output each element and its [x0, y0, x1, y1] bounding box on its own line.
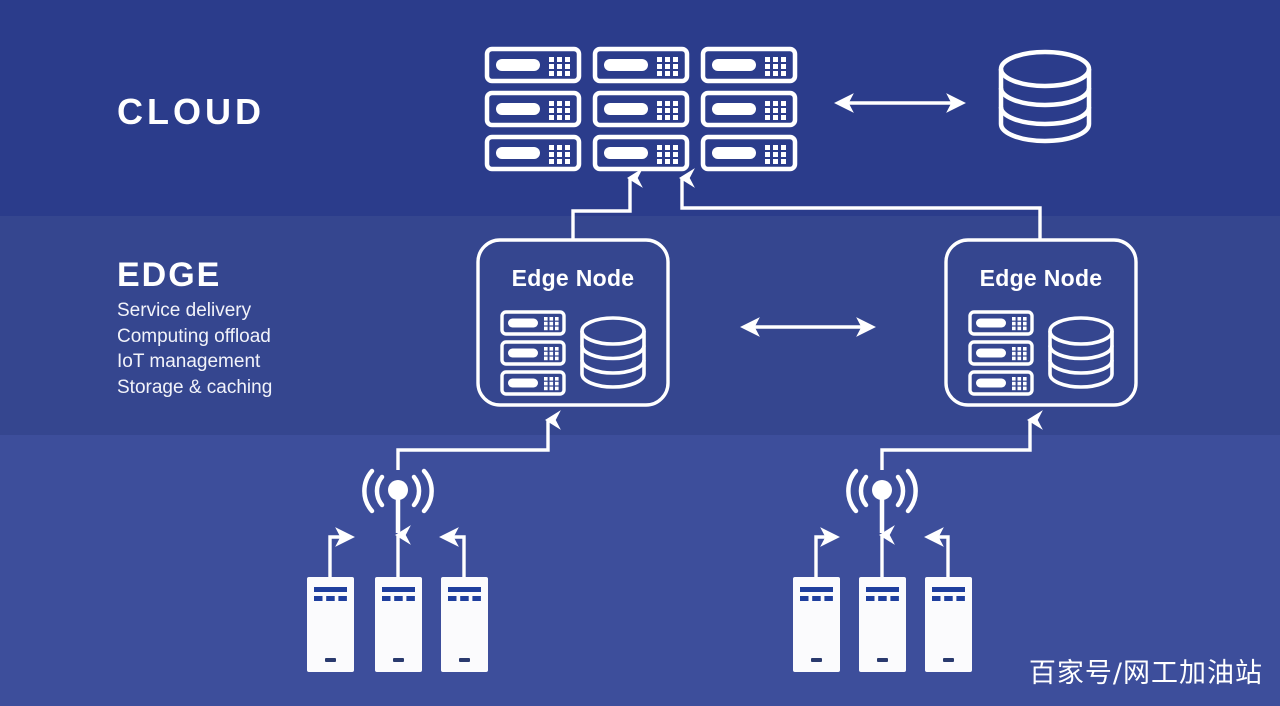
edge-node-right-database: [1048, 316, 1114, 389]
tower-left-1-connector: [328, 527, 355, 577]
edge-right-to-cloud-connector: [679, 168, 1042, 239]
pc-tower-right-2: [859, 577, 906, 672]
wireless-antenna-icon-right: [848, 471, 915, 533]
edge-left-to-cloud-connector: [571, 168, 643, 239]
device-group-right: [793, 471, 972, 672]
tower-left-3-connector: [439, 527, 466, 577]
pc-tower-right-1: [793, 577, 840, 672]
pc-tower-right-3: [925, 577, 972, 672]
edge-node-left-label: Edge Node: [511, 265, 635, 291]
antenna-right-to-edge-connector: [880, 410, 1043, 470]
edge-feature-item: Storage & caching: [117, 376, 273, 398]
edge-feature-list: Service delivery Computing offload IoT m…: [117, 298, 272, 400]
tower-right-1-connector: [814, 527, 840, 577]
edge-feature-item: Computing offload: [117, 325, 271, 347]
cloud-server-rack-1: [487, 49, 579, 169]
pc-tower-left-2: [375, 577, 422, 672]
edge-feature-item: IoT management: [117, 351, 261, 372]
pc-tower-left-3: [441, 577, 488, 672]
edge-section-title: EDGE: [117, 256, 222, 294]
tower-right-3-connector: [924, 527, 950, 577]
edge-node-right-label: Edge Node: [979, 265, 1103, 291]
wireless-antenna-icon-left: [364, 471, 431, 533]
antenna-left-to-edge-connector: [396, 410, 561, 470]
device-group-left: [307, 471, 488, 672]
cloud-database: [1001, 52, 1089, 141]
edge-node-left-database: [580, 316, 646, 389]
edge-feature-item: Service delivery: [117, 300, 252, 321]
watermark-text: 百家号/网工加油站: [1028, 658, 1263, 689]
cloud-server-rack-2: [595, 49, 687, 169]
cloud-section-title: CLOUD: [117, 91, 265, 132]
cloud-server-rack-3: [703, 49, 795, 169]
edge-node-left-server-rack: [502, 312, 564, 394]
pc-tower-left-1: [307, 577, 354, 672]
edge-node-right-server-rack: [970, 312, 1032, 394]
diagram-canvas: CLOUD EDGE Service delivery Computing of…: [0, 0, 1280, 706]
